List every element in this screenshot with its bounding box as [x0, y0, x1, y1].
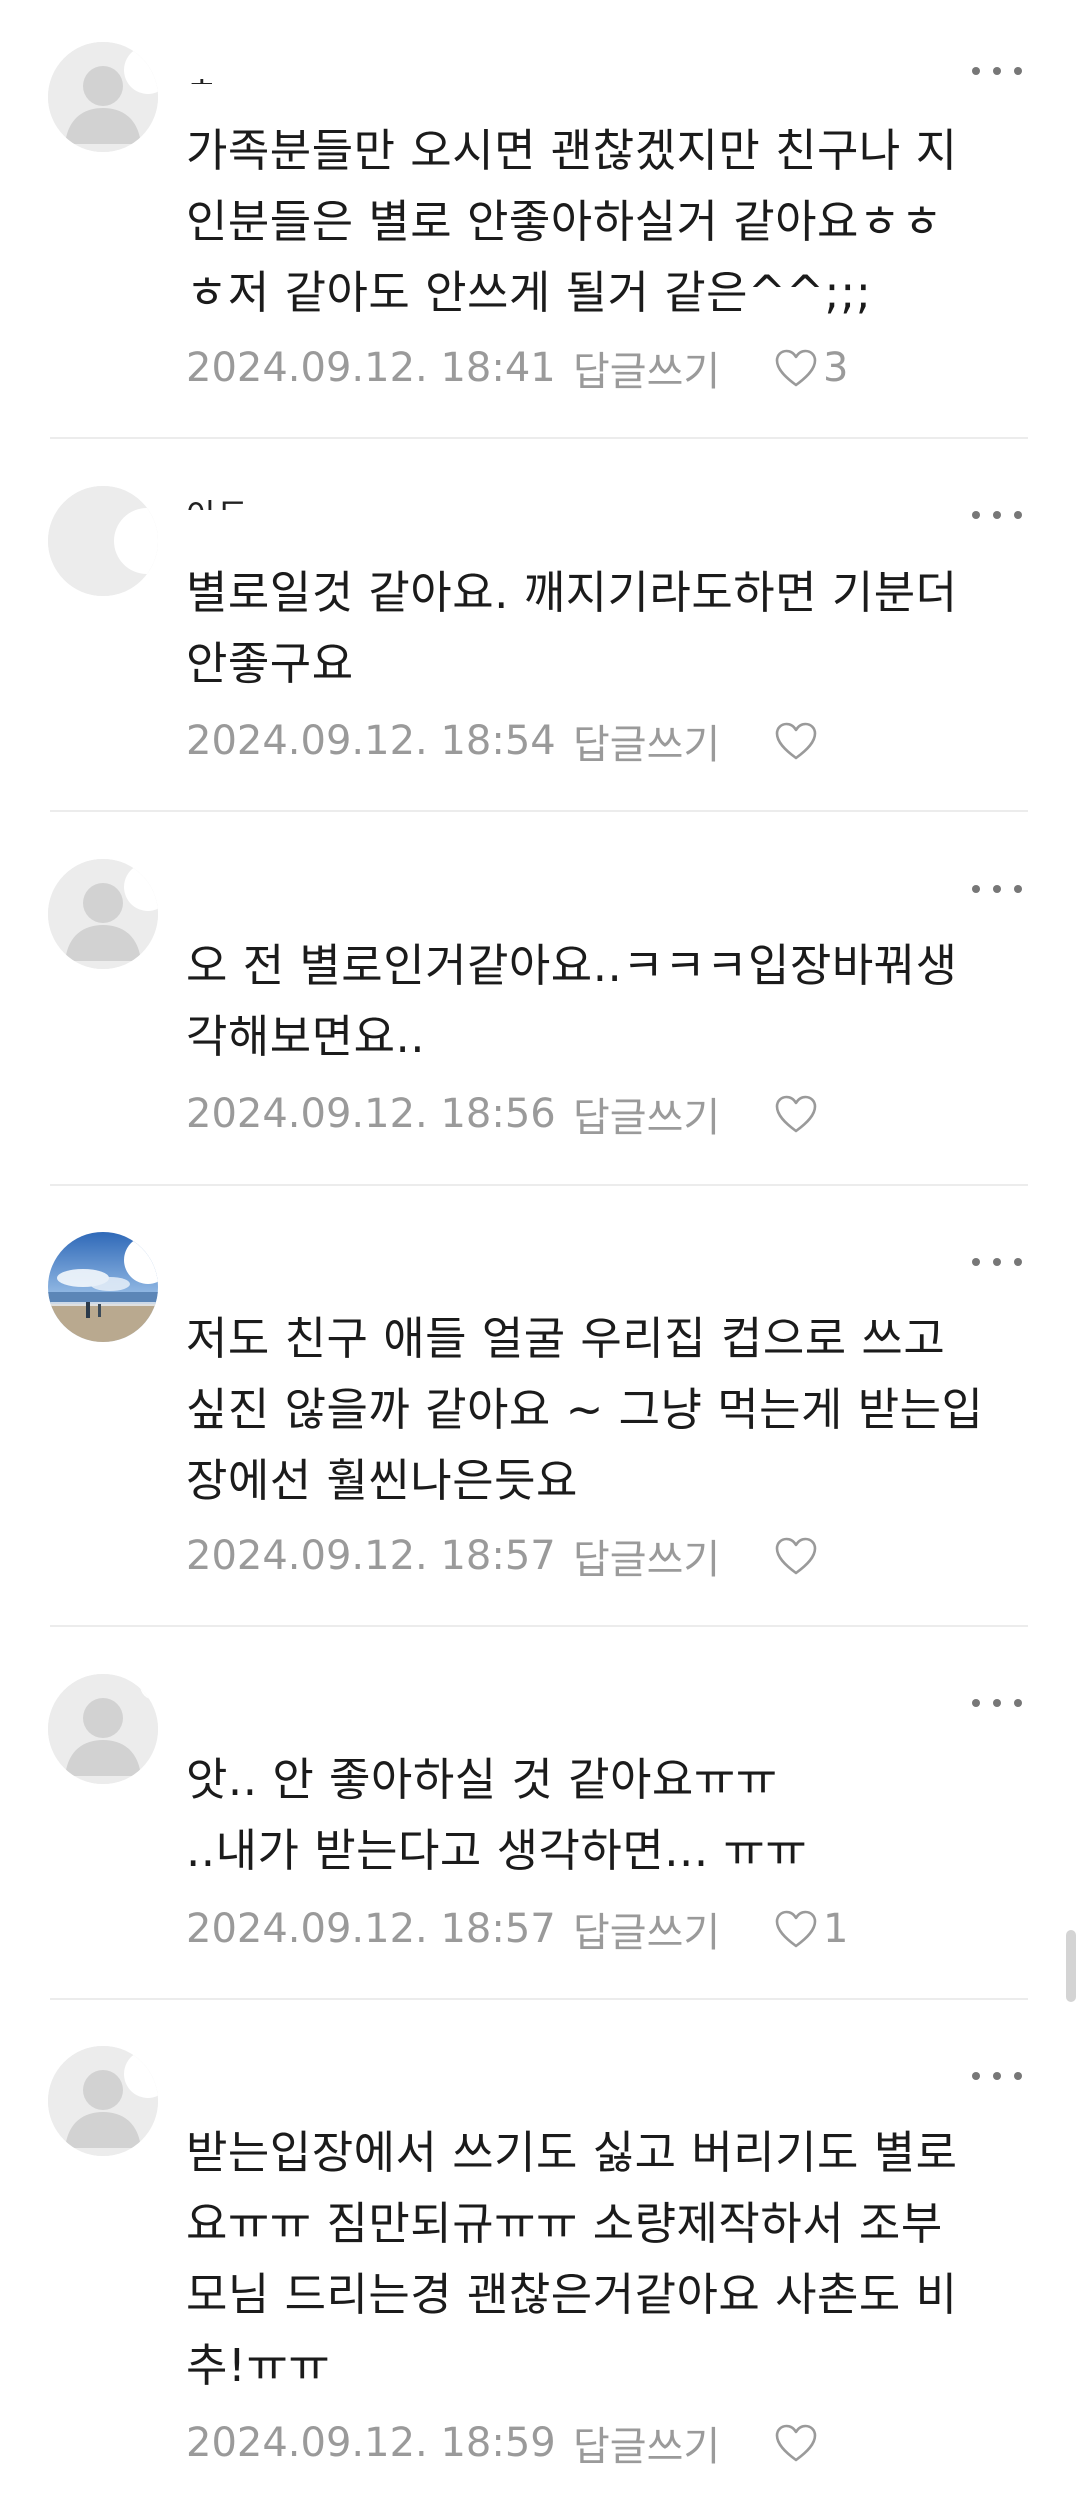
heart-icon [775, 349, 817, 387]
reply-button[interactable]: 답글쓰기 [573, 339, 773, 397]
comment-meta: 2024.09.12. 18:56 답글쓰기 [186, 1089, 823, 1141]
like-button[interactable] [773, 720, 823, 762]
divider [50, 437, 1028, 439]
like-button[interactable] [773, 1093, 823, 1135]
reply-button[interactable]: 답글쓰기 [573, 712, 773, 770]
comment-meta: 2024.09.12. 18:54 답글쓰기 [186, 716, 823, 768]
more-options-icon[interactable] [972, 1688, 1022, 1718]
scrollbar-thumb[interactable] [1066, 1930, 1076, 2002]
comment-body: 받는입장에서 쓰기도 싫고 버리기도 별로 요ㅠㅠ 짐만되규ㅠㅠ 소량제작하서 … [186, 2126, 958, 2392]
comment-date: 2024.09.12. 18:41 [186, 345, 556, 391]
like-button[interactable] [773, 2422, 823, 2464]
heart-icon [775, 1910, 817, 1948]
comment-body: 별로일것 같아요. 깨지기라도하면 기분더 안좋구요 [186, 566, 958, 690]
more-options-icon[interactable] [972, 500, 1022, 530]
more-options-icon[interactable] [972, 2061, 1022, 2091]
nickname[interactable]: ㅡㅡ [186, 866, 249, 876]
like-count: 3 [823, 345, 849, 391]
comment-date: 2024.09.12. 18:59 [186, 2420, 556, 2466]
heart-icon [775, 1537, 817, 1575]
like-button[interactable] [773, 1535, 823, 1577]
more-options-icon[interactable] [972, 874, 1022, 904]
avatar[interactable] [48, 1232, 158, 1342]
nickname[interactable]: 아두 [186, 500, 249, 510]
divider [50, 1184, 1028, 1186]
nickname[interactable]: ㅎㅡ [186, 74, 249, 84]
like-count: 1 [823, 1906, 849, 1952]
comment-body: 저도 친구 애들 얼굴 우리집 컵으로 쓰고 싶진 않을까 같아요 ~ 그냥 먹… [186, 1312, 984, 1507]
nickname[interactable]: – [186, 1683, 203, 1693]
more-options-icon[interactable] [972, 1247, 1022, 1277]
avatar[interactable] [48, 1674, 158, 1784]
heart-icon [775, 722, 817, 760]
reply-button[interactable]: 답글쓰기 [573, 1085, 773, 1143]
avatar[interactable] [48, 859, 158, 969]
avatar[interactable] [48, 2046, 158, 2156]
comment-body: 앗.. 안 좋아하실 것 같아요ㅠㅠ ..내가 받는다고 생각하면... ㅠㅠ [186, 1753, 808, 1877]
comment-meta: 2024.09.12. 18:41 답글쓰기 3 [186, 343, 848, 395]
comment-date: 2024.09.12. 18:54 [186, 718, 556, 764]
avatar[interactable] [48, 486, 158, 596]
reply-button[interactable]: 답글쓰기 [573, 1900, 773, 1958]
heart-icon [775, 1095, 817, 1133]
comment-meta: 2024.09.12. 18:59 답글쓰기 [186, 2418, 823, 2470]
comment-meta: 2024.09.12. 18:57 답글쓰기 [186, 1531, 823, 1583]
comment-body: 가족분들만 오시면 괜찮겠지만 친구나 지 인분들은 별로 안좋아하실거 같아요… [186, 124, 958, 319]
comment-meta: 2024.09.12. 18:57 답글쓰기 1 [186, 1904, 848, 1956]
like-button[interactable]: 1 [773, 1906, 848, 1952]
comment-date: 2024.09.12. 18:57 [186, 1533, 556, 1579]
comment-date: 2024.09.12. 18:57 [186, 1906, 556, 1952]
divider [50, 810, 1028, 812]
comment-date: 2024.09.12. 18:56 [186, 1091, 556, 1137]
reply-button[interactable]: 답글쓰기 [573, 2414, 773, 2472]
reply-button[interactable]: 답글쓰기 [573, 1527, 773, 1585]
comment-body: 오 전 별로인거같아요..ㅋㅋㅋ입장바꿔생 각해보면요.. [186, 939, 958, 1063]
avatar[interactable] [48, 42, 158, 152]
like-button[interactable]: 3 [773, 345, 848, 391]
divider [50, 1625, 1028, 1627]
heart-icon [775, 2424, 817, 2462]
divider [50, 1998, 1028, 2000]
more-options-icon[interactable] [972, 56, 1022, 86]
